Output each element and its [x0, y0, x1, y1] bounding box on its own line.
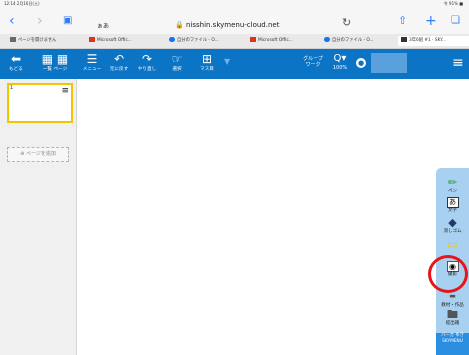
menu-label: メニュー [82, 67, 102, 72]
undo-icon: ↶ [113, 52, 125, 66]
tab-label: Microsoft Offic... [97, 38, 132, 43]
tab-5[interactable]: 自分のファイル - O... [324, 36, 390, 46]
reader-aa-button[interactable]: ぁあ [97, 21, 109, 30]
submit-label: 提出箱 [445, 321, 460, 326]
bookmarks-icon[interactable]: ▣ [63, 12, 72, 30]
list-icon: ☰ [86, 52, 98, 66]
reload-icon[interactable]: ↻ [342, 16, 351, 29]
hand-pointer-icon: ☞ [171, 52, 183, 66]
status-time: 12:14 2月16日(土) [4, 1, 40, 6]
thumb-number: 1 [10, 85, 14, 91]
tab-bar: ページを開けません Microsoft Offic... 自分のファイル - O… [0, 34, 469, 49]
undo-label: 元に戻す [109, 67, 129, 72]
text-icon: あ [446, 197, 459, 208]
back-arrow-icon: ⬅ [10, 52, 22, 66]
tab-label: Microsoft Offic... [258, 38, 293, 43]
grid-dropdown-icon[interactable]: ▼ [224, 57, 230, 66]
zoom-value: 100% [332, 65, 348, 71]
add-page-label: ページを追加 [25, 151, 56, 157]
forward-icon[interactable]: › [37, 12, 43, 30]
thumb-menu-icon[interactable]: ≡ [61, 87, 69, 96]
eraser-label: 消しゴム [443, 229, 462, 234]
redo-icon: ↷ [141, 52, 153, 66]
submit-box-icon: 🖿 [447, 308, 458, 321]
zoom-control[interactable]: Q▾ 100% [328, 53, 352, 71]
page-icon [10, 37, 16, 42]
text-label: 文字 [448, 208, 457, 213]
tab-3[interactable]: 自分のファイル - O... [169, 36, 235, 46]
tabs-icon[interactable]: ❏ [451, 12, 460, 30]
page-thumbnail[interactable]: 1 ≡ [7, 83, 73, 123]
page-list-button[interactable]: ▦ ▦ 一覧 ページ [32, 51, 78, 77]
tab-2[interactable]: Microsoft Offic... [89, 36, 151, 46]
pen-icon: ✏ [447, 176, 458, 189]
cloud-icon [324, 37, 330, 42]
save-tool[interactable]: ▬ 教材・作品 [436, 290, 469, 309]
redo-button[interactable]: ↷ やり直し [134, 51, 160, 77]
grid-label: マス目 [200, 67, 214, 72]
share-icon[interactable]: ⇧ [398, 12, 407, 30]
browser-navbar: ‹ › ▣ ぁあ 🔒 nisshin.skymenu-cloud.net ↻ ⇧… [0, 8, 469, 34]
add-page-button[interactable]: ⊕ ページを追加 [7, 147, 69, 162]
eraser-tool[interactable]: ◆ 消しゴム [436, 216, 469, 235]
text-tool[interactable]: あ 文字 [436, 194, 469, 214]
select-label: 選択 [172, 67, 182, 72]
new-tab-icon[interactable]: + [425, 12, 437, 30]
drawing-canvas[interactable] [77, 79, 429, 355]
status-bar: 12:14 2月16日(土) 令 91% ■ [0, 0, 469, 8]
user-name-box [371, 53, 407, 73]
highlight-circle [428, 255, 468, 293]
menu-button[interactable]: ☰ メニュー [79, 51, 105, 77]
undo-button[interactable]: ↶ 元に戻す [106, 51, 132, 77]
url-field[interactable]: 🔒 nisshin.skymenu-cloud.net [175, 21, 279, 29]
hamburger-icon[interactable]: ≡ [452, 56, 464, 70]
status-battery: 令 91% ■ [443, 1, 463, 6]
cloud-icon [169, 37, 175, 42]
page-sidebar: 1 ≡ ⊕ ページを追加 [0, 79, 77, 355]
pen-tool[interactable]: ✏ ペン [436, 176, 469, 195]
page-label: 一覧 ページ [42, 67, 68, 72]
tab-label: 自分のファイル - O... [177, 38, 219, 43]
back-label: もどる [9, 67, 23, 72]
back-icon[interactable]: ‹ [9, 12, 15, 30]
tab-label: 3年6組 #1 · SKY... [409, 38, 447, 43]
tab-4[interactable]: Microsoft Offic... [250, 36, 312, 46]
grid-button[interactable]: ⊞ マス目 [194, 51, 220, 77]
submit-tool[interactable]: 🖿 提出箱 [436, 308, 469, 327]
grid-icon: ⊞ [201, 52, 213, 66]
office-icon [89, 37, 95, 42]
tab-label: 自分のファイル - O... [332, 38, 374, 43]
zoom-icon: Q▾ [333, 53, 347, 64]
folder-tool[interactable]: ▭ [436, 238, 469, 251]
folder-icon: ▭ [447, 238, 458, 251]
url-text: nisshin.skymenu-cloud.net [185, 21, 280, 29]
user-avatar[interactable]: ● [356, 58, 366, 68]
group-work-button[interactable]: グループ ワーク [301, 56, 325, 68]
office-icon [250, 37, 256, 42]
eraser-icon: ◆ [448, 216, 457, 229]
select-button[interactable]: ☞ 選択 [164, 51, 190, 77]
page-list-icon: ▦ ▦ [41, 52, 69, 66]
skymenu-brand[interactable]: パーカ ゆき SKYMENU [436, 333, 469, 355]
redo-label: やり直し [137, 67, 157, 72]
tab-label: ページを開けません [18, 38, 57, 43]
tab-6-active[interactable]: 3年6組 #1 · SKY... [398, 36, 469, 46]
back-button[interactable]: ⬅ もどる [3, 51, 29, 77]
close-tab-icon [401, 37, 407, 42]
tab-1[interactable]: ページを開けません [10, 36, 78, 46]
